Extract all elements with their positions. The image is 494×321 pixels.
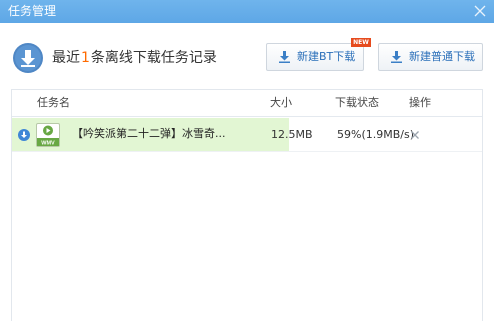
header-panel: 最近1条离线下载任务记录 新建BT下载 NEW 新建普通下载 bbox=[0, 23, 494, 89]
download-arrow-icon bbox=[279, 51, 290, 63]
new-normal-download-button[interactable]: 新建普通下载 bbox=[378, 43, 483, 71]
downloading-icon bbox=[18, 129, 30, 141]
file-type-label: WMV bbox=[41, 141, 55, 147]
headline-suffix: 条离线下载任务记录 bbox=[90, 50, 217, 66]
task-status: 59%(1.9MB/s) bbox=[337, 128, 414, 141]
download-arrow-icon bbox=[391, 51, 402, 63]
column-status: 下载状态 bbox=[335, 96, 379, 109]
close-icon[interactable] bbox=[472, 3, 488, 19]
new-bt-download-button[interactable]: 新建BT下载 bbox=[266, 43, 364, 71]
title-bar: 任务管理 bbox=[0, 0, 494, 23]
delete-x-icon[interactable] bbox=[410, 130, 420, 140]
task-list: 任务名 大小 下载状态 操作 WMV 【吟笑派第二十二弹】冰雪奇... 12.5… bbox=[11, 89, 483, 321]
new-bt-download-label: 新建BT下载 bbox=[297, 50, 356, 63]
new-normal-download-label: 新建普通下载 bbox=[409, 50, 475, 63]
table-header: 任务名 大小 下载状态 操作 bbox=[12, 90, 482, 117]
task-name: 【吟笑派第二十二弹】冰雪奇... bbox=[72, 127, 226, 140]
new-badge: NEW bbox=[351, 38, 371, 47]
column-size: 大小 bbox=[270, 96, 292, 109]
download-avatar-icon bbox=[13, 43, 43, 73]
task-count: 1 bbox=[81, 50, 90, 66]
task-size: 12.5MB bbox=[271, 128, 313, 141]
headline-prefix: 最近 bbox=[52, 50, 80, 66]
table-row[interactable]: WMV 【吟笑派第二十二弹】冰雪奇... 12.5MB 59%(1.9MB/s) bbox=[12, 118, 482, 152]
window-title: 任务管理 bbox=[8, 4, 57, 18]
column-action: 操作 bbox=[409, 96, 431, 109]
column-name: 任务名 bbox=[37, 96, 70, 109]
wmv-file-icon: WMV bbox=[36, 123, 60, 147]
task-record-headline: 最近1条离线下载任务记录 bbox=[52, 49, 217, 67]
